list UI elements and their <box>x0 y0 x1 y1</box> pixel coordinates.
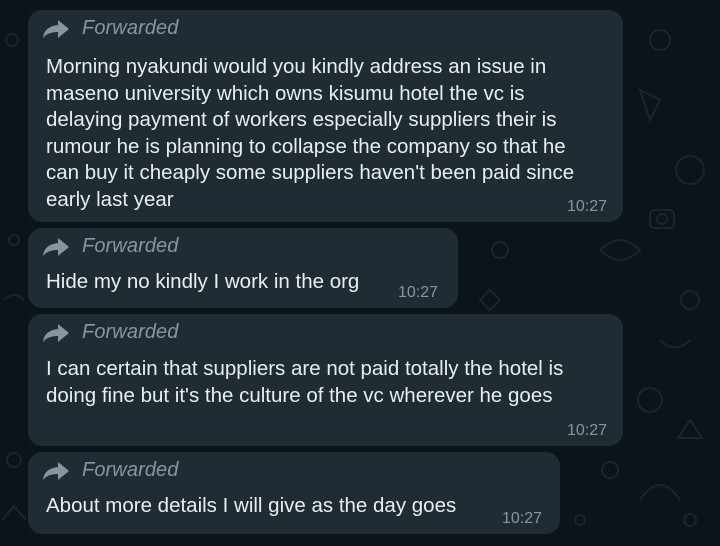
forward-arrow-icon <box>43 323 69 342</box>
message-bubble[interactable]: Forwarded Morning nyakundi would you kin… <box>28 10 623 222</box>
message-text: Hide my no kindly I work in the org <box>46 270 360 293</box>
message-timestamp: 10:27 <box>566 422 607 439</box>
message-text: Morning nyakundi would you kindly addres… <box>46 55 575 211</box>
forwarded-indicator: Forwarded <box>42 235 179 258</box>
forward-arrow-icon <box>43 461 69 480</box>
forwarded-indicator: Forwarded <box>42 459 179 482</box>
message-bubble[interactable]: Forwarded Hide my no kindly I work in th… <box>28 228 458 308</box>
forwarded-label: Forwarded <box>82 17 179 39</box>
forwarded-label: Forwarded <box>82 321 179 343</box>
forwarded-label: Forwarded <box>82 459 179 481</box>
message-text: I can certain that suppliers are not pai… <box>46 357 564 407</box>
forwarded-indicator: Forwarded <box>42 17 179 40</box>
message-text: About more details I will give as the da… <box>46 494 457 517</box>
message-timestamp: 10:27 <box>566 198 607 215</box>
message-timestamp: 10:27 <box>502 510 543 527</box>
forward-arrow-icon <box>43 237 69 256</box>
message-bubble[interactable]: Forwarded I can certain that suppliers a… <box>28 314 623 446</box>
message-timestamp: 10:27 <box>398 284 439 301</box>
forward-arrow-icon <box>43 19 69 38</box>
message-bubble[interactable]: Forwarded About more details I will give… <box>28 452 560 534</box>
forwarded-indicator: Forwarded <box>42 321 179 344</box>
forwarded-label: Forwarded <box>82 235 179 257</box>
